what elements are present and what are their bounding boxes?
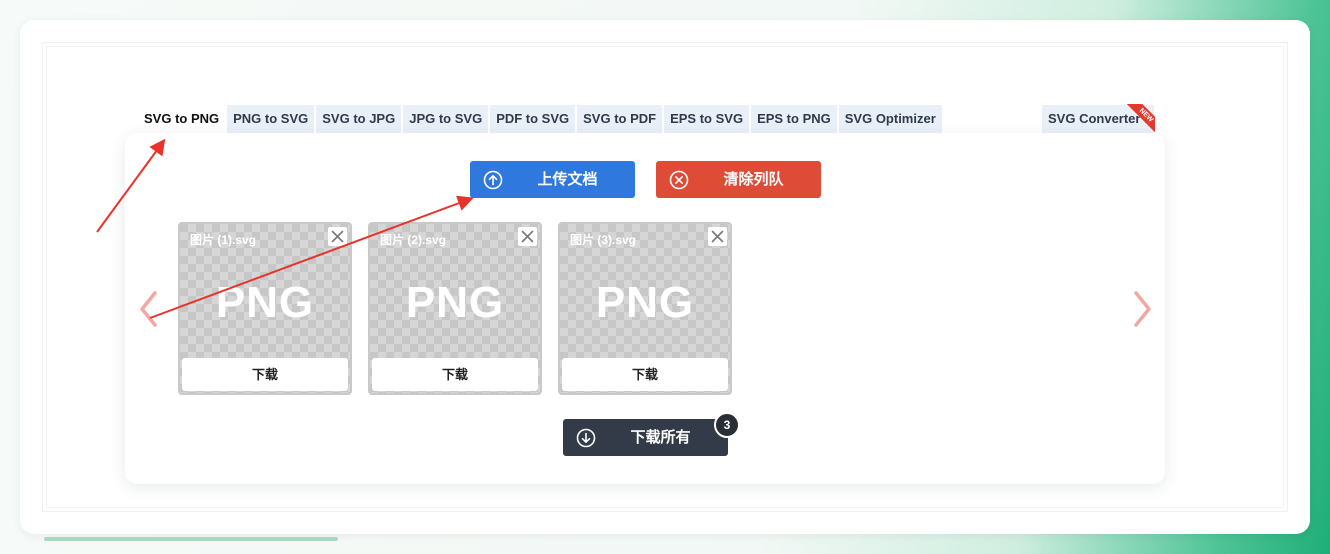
tab-jpg-to-svg[interactable]: JPG to SVG: [403, 105, 489, 133]
clear-queue-button-label: 清除列队: [723, 171, 784, 188]
download-button[interactable]: 下载: [372, 358, 538, 391]
tab-svg-to-png[interactable]: SVG to PNG: [138, 105, 226, 133]
file-name: 图片 (3).svg: [570, 233, 637, 247]
close-icon[interactable]: [518, 227, 537, 246]
converter-tabs: SVG to PNG PNG to SVG SVG to JPG JPG to …: [138, 105, 942, 133]
file-name: 图片 (2).svg: [380, 233, 447, 247]
tab-eps-to-png[interactable]: EPS to PNG: [751, 105, 837, 133]
chevron-right-icon[interactable]: [1133, 290, 1153, 328]
download-all-button[interactable]: 下载所有: [563, 419, 728, 456]
upload-button-label: 上传文档: [537, 171, 598, 188]
chevron-left-icon[interactable]: [138, 290, 158, 328]
download-button[interactable]: 下载: [182, 358, 348, 391]
close-icon[interactable]: [708, 227, 727, 246]
download-button[interactable]: 下载: [562, 358, 728, 391]
clear-queue-button[interactable]: 清除列队: [656, 161, 821, 198]
file-card: 图片 (3).svg PNG 下载: [558, 222, 732, 395]
file-count-badge: 3: [714, 412, 740, 438]
file-preview: PNG: [595, 278, 695, 327]
tab-pdf-to-svg[interactable]: PDF to SVG: [490, 105, 576, 133]
close-icon[interactable]: [328, 227, 347, 246]
file-card: 图片 (2).svg PNG 下载: [368, 222, 542, 395]
download-all-label: 下载所有: [630, 429, 691, 446]
scroll-indicator[interactable]: [44, 537, 338, 541]
file-preview: PNG: [405, 278, 505, 327]
tab-svg-optimizer[interactable]: SVG Optimizer: [838, 105, 942, 133]
tab-svg-to-pdf[interactable]: SVG to PDF: [577, 105, 663, 133]
file-name: 图片 (1).svg: [190, 233, 257, 247]
tab-svg-to-jpg[interactable]: SVG to JPG: [316, 105, 402, 133]
file-preview: PNG: [215, 278, 315, 327]
tab-png-to-svg[interactable]: PNG to SVG: [227, 105, 315, 133]
tab-eps-to-svg[interactable]: EPS to SVG: [664, 105, 750, 133]
file-card: 图片 (1).svg PNG 下载: [178, 222, 352, 395]
new-ribbon-badge: NEW: [1127, 104, 1155, 132]
upload-button[interactable]: 上传文档: [470, 161, 635, 198]
